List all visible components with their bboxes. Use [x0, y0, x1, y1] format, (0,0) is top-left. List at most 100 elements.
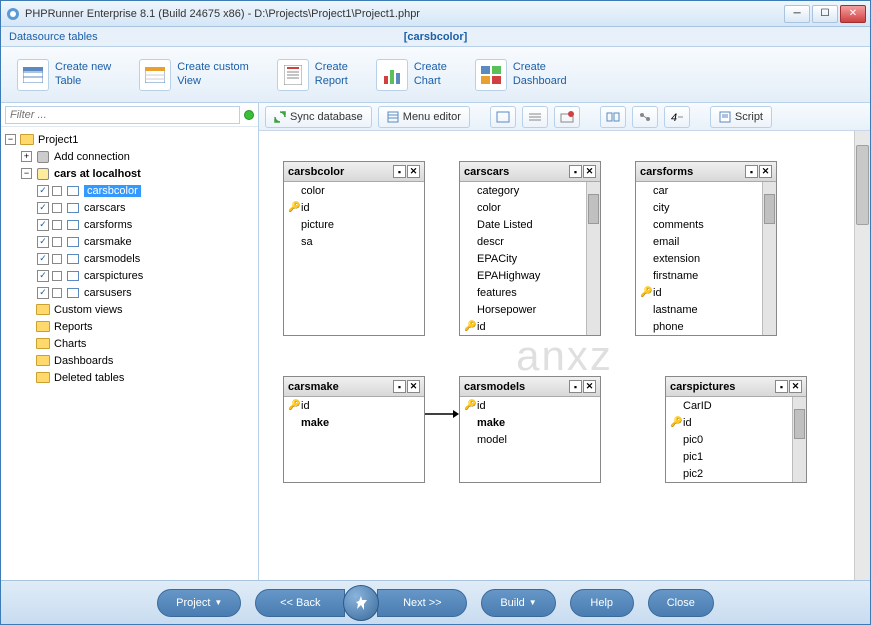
- table-field[interactable]: Date Listed: [460, 216, 586, 233]
- project-button[interactable]: Project▼: [157, 589, 241, 617]
- tree-node[interactable]: Deleted tables: [5, 369, 254, 386]
- close-icon[interactable]: ✕: [789, 380, 802, 393]
- create-view-button[interactable]: Create custom View: [139, 59, 249, 91]
- tree-node[interactable]: −cars at localhost: [5, 165, 254, 182]
- close-icon[interactable]: ✕: [407, 380, 420, 393]
- diagram-table[interactable]: carsmodels▪✕🔑idmakemodel: [459, 376, 601, 483]
- checkbox[interactable]: ✓: [37, 202, 49, 214]
- diagram-table[interactable]: carscars▪✕categorycolorDate Listeddescr E…: [459, 161, 601, 336]
- checkbox[interactable]: ✓: [37, 253, 49, 265]
- back-button[interactable]: << Back: [255, 589, 345, 617]
- diagram-table[interactable]: carsforms▪✕carcitycommentsemailextension…: [635, 161, 777, 336]
- table-field[interactable]: phone: [636, 318, 762, 335]
- project-tree[interactable]: −Project1+Add connection−cars at localho…: [1, 127, 258, 580]
- table-field[interactable]: color: [460, 199, 586, 216]
- sync-database-button[interactable]: Sync database: [265, 106, 372, 128]
- canvas-scrollbar[interactable]: [854, 131, 870, 580]
- create-dashboard-button[interactable]: Create Dashboard: [475, 59, 567, 91]
- tree-node[interactable]: ✓carscars: [5, 199, 254, 216]
- create-table-button[interactable]: Create new Table: [17, 59, 111, 91]
- checkbox[interactable]: ✓: [37, 236, 49, 248]
- minimize-icon[interactable]: ▪: [393, 165, 406, 178]
- table-field[interactable]: features: [460, 284, 586, 301]
- help-button[interactable]: Help: [570, 589, 634, 617]
- minimize-icon[interactable]: ▪: [569, 165, 582, 178]
- tree-node[interactable]: ✓carsusers: [5, 284, 254, 301]
- create-chart-button[interactable]: Create Chart: [376, 59, 447, 91]
- table-field[interactable]: 🔑id: [460, 318, 586, 335]
- table-field[interactable]: car: [636, 182, 762, 199]
- tool-button-5[interactable]: [632, 106, 658, 128]
- tool-button-6[interactable]: 4: [664, 106, 690, 128]
- collapse-icon[interactable]: −: [5, 134, 16, 145]
- table-field[interactable]: 🔑id: [460, 397, 600, 414]
- table-field[interactable]: email: [636, 233, 762, 250]
- table-field[interactable]: CarID: [666, 397, 792, 414]
- tree-node[interactable]: Charts: [5, 335, 254, 352]
- tree-node[interactable]: ✓carsbcolor: [5, 182, 254, 199]
- tool-button-3[interactable]: [554, 106, 580, 128]
- table-scrollbar[interactable]: [792, 397, 806, 482]
- minimize-button[interactable]: ─: [784, 5, 810, 23]
- table-header[interactable]: carspictures▪✕: [666, 377, 806, 397]
- table-field[interactable]: sa: [284, 233, 424, 250]
- minimize-icon[interactable]: ▪: [775, 380, 788, 393]
- table-field[interactable]: 🔑id: [666, 414, 792, 431]
- menu-editor-button[interactable]: Menu editor: [378, 106, 470, 128]
- tree-node[interactable]: ✓carspictures: [5, 267, 254, 284]
- expand-icon[interactable]: +: [21, 151, 32, 162]
- diagram-table[interactable]: carsbcolor▪✕color🔑idpicturesa: [283, 161, 425, 336]
- close-icon[interactable]: ✕: [583, 380, 596, 393]
- table-field[interactable]: model: [460, 431, 600, 448]
- table-field[interactable]: make: [284, 414, 424, 431]
- diagram-canvas[interactable]: anxz carsbcolor▪✕color🔑idpicturesacarsca…: [259, 131, 870, 580]
- close-icon[interactable]: ✕: [407, 165, 420, 178]
- table-field[interactable]: color: [284, 182, 424, 199]
- tree-node[interactable]: Custom views: [5, 301, 254, 318]
- table-field[interactable]: 🔑id: [284, 397, 424, 414]
- checkbox[interactable]: ✓: [37, 287, 49, 299]
- table-field[interactable]: 🔑id: [636, 284, 762, 301]
- build-button[interactable]: Build▼: [481, 589, 555, 617]
- table-field[interactable]: pic1: [666, 448, 792, 465]
- table-header[interactable]: carscars▪✕: [460, 162, 600, 182]
- close-button-footer[interactable]: Close: [648, 589, 714, 617]
- table-scrollbar[interactable]: [586, 182, 600, 335]
- table-field[interactable]: extension: [636, 250, 762, 267]
- diagram-table[interactable]: carsmake▪✕🔑idmake: [283, 376, 425, 483]
- table-field[interactable]: descr: [460, 233, 586, 250]
- script-button[interactable]: Script: [710, 106, 772, 128]
- table-header[interactable]: carsbcolor▪✕: [284, 162, 424, 182]
- table-field[interactable]: pic2: [666, 465, 792, 482]
- table-field[interactable]: Horsepower: [460, 301, 586, 318]
- table-field[interactable]: EPAHighway: [460, 267, 586, 284]
- table-field[interactable]: make: [460, 414, 600, 431]
- next-button[interactable]: Next >>: [377, 589, 467, 617]
- close-icon[interactable]: ✕: [583, 165, 596, 178]
- tree-node[interactable]: −Project1: [5, 131, 254, 148]
- tree-node[interactable]: Reports: [5, 318, 254, 335]
- tree-node[interactable]: +Add connection: [5, 148, 254, 165]
- filter-input[interactable]: [5, 106, 240, 124]
- close-icon[interactable]: ✕: [759, 165, 772, 178]
- checkbox[interactable]: ✓: [37, 219, 49, 231]
- close-button[interactable]: ✕: [840, 5, 866, 23]
- table-scrollbar[interactable]: [762, 182, 776, 335]
- minimize-icon[interactable]: ▪: [569, 380, 582, 393]
- maximize-button[interactable]: ☐: [812, 5, 838, 23]
- diagram-table[interactable]: carspictures▪✕CarID🔑idpic0pic1pic2: [665, 376, 807, 483]
- create-report-button[interactable]: Create Report: [277, 59, 348, 91]
- minimize-icon[interactable]: ▪: [393, 380, 406, 393]
- table-header[interactable]: carsmake▪✕: [284, 377, 424, 397]
- tool-button-2[interactable]: [522, 106, 548, 128]
- table-field[interactable]: city: [636, 199, 762, 216]
- collapse-icon[interactable]: −: [21, 168, 32, 179]
- table-field[interactable]: pic0: [666, 431, 792, 448]
- table-field[interactable]: 🔑id: [284, 199, 424, 216]
- tool-button-1[interactable]: [490, 106, 516, 128]
- tool-button-4[interactable]: [600, 106, 626, 128]
- checkbox[interactable]: ✓: [37, 270, 49, 282]
- table-field[interactable]: category: [460, 182, 586, 199]
- tree-node[interactable]: Dashboards: [5, 352, 254, 369]
- table-field[interactable]: lastname: [636, 301, 762, 318]
